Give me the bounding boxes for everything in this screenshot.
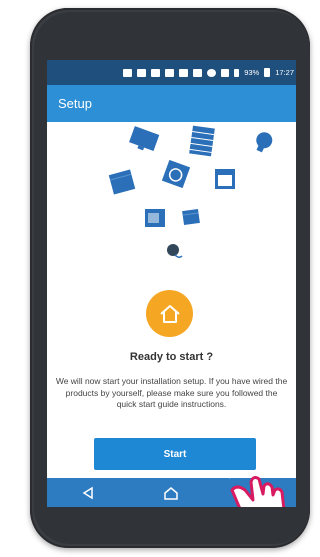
sync-icon	[151, 68, 161, 77]
oven-icon	[215, 169, 235, 189]
back-icon[interactable]	[81, 486, 95, 500]
notification-icon	[179, 68, 189, 77]
notification-icon	[165, 68, 175, 77]
battery-percent: 93%	[244, 68, 260, 77]
app-bar: Setup	[47, 85, 296, 122]
setup-description: We will now start your installation setu…	[55, 376, 288, 409]
light-bulb-icon	[256, 132, 273, 153]
notification-icon	[123, 68, 133, 77]
box-icon	[108, 169, 136, 195]
phone-screen: 93% 17:27 Setup Ready to start ? We will…	[47, 60, 296, 507]
washing-machine-icon	[162, 160, 190, 188]
ready-title: Ready to start ?	[129, 351, 214, 363]
signal-icon	[234, 68, 240, 77]
home-nav-icon[interactable]	[163, 486, 179, 500]
tap-hand-icon	[228, 473, 286, 507]
alarm-icon	[207, 68, 217, 77]
start-button[interactable]: Start	[94, 438, 256, 470]
home-badge	[146, 290, 193, 337]
image-icon	[193, 68, 203, 77]
page-title: Setup	[58, 96, 92, 111]
home-icon	[159, 304, 180, 323]
start-button-label: Start	[163, 448, 187, 460]
microwave-icon	[145, 209, 165, 227]
status-bar: 93% 17:27	[47, 60, 296, 85]
plug-icon	[167, 244, 183, 259]
shutter-icon	[189, 125, 215, 157]
wifi-icon	[221, 68, 230, 77]
calendar-icon	[137, 68, 147, 77]
clock: 17:27	[275, 68, 294, 77]
tv-icon	[129, 126, 160, 151]
small-box-icon	[182, 208, 200, 226]
battery-icon	[264, 68, 271, 77]
